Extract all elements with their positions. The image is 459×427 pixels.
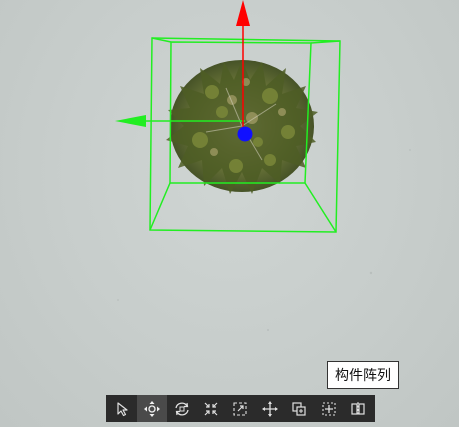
copy-icon [292, 401, 306, 416]
scale-out-icon [233, 401, 248, 416]
move-tool-button[interactable] [137, 395, 167, 422]
scale-out-tool-button[interactable] [226, 395, 255, 422]
gizmo-y-arrow-icon[interactable] [236, 0, 250, 26]
mirror-tool-button[interactable] [344, 395, 373, 422]
copy-tool-button[interactable] [285, 395, 314, 422]
scale-in-tool-button[interactable] [196, 395, 225, 422]
component-array-tool-button[interactable] [314, 395, 343, 422]
transform-toolbar [106, 395, 375, 422]
mirror-icon [351, 401, 365, 416]
move-cross-icon [144, 400, 161, 417]
tree-object[interactable] [166, 60, 318, 194]
3d-viewport[interactable]: 构件阵列 [0, 0, 459, 427]
component-array-icon [322, 401, 336, 416]
gizmo-x-arrow-icon[interactable] [115, 115, 146, 127]
gizmo-pivot-icon[interactable] [237, 126, 253, 142]
move-arrows-icon [261, 400, 278, 417]
tooltip: 构件阵列 [327, 361, 399, 389]
move-arrows-tool-button[interactable] [255, 395, 284, 422]
scale-in-icon [204, 402, 218, 415]
select-tool-button[interactable] [108, 395, 137, 422]
rotate-tool-button[interactable] [167, 395, 196, 422]
select-arrow-icon [117, 401, 128, 416]
rotate-icon [174, 402, 189, 415]
